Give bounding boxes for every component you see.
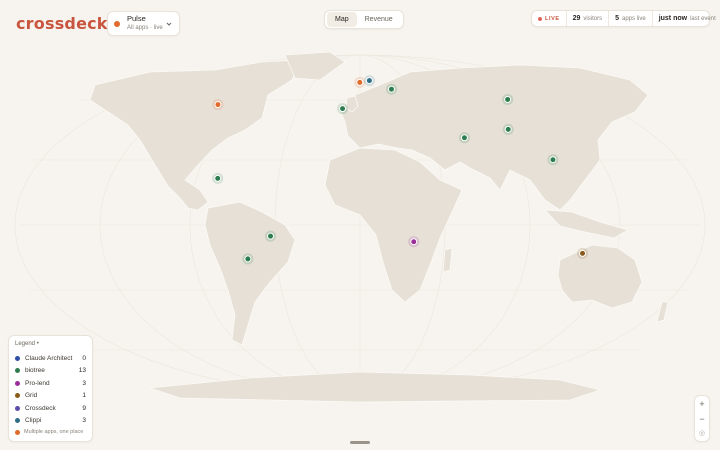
- map-marker[interactable]: [212, 99, 224, 111]
- live-stats-bar: LIVE 29 visitors 5 apps live just now la…: [531, 10, 716, 27]
- map-marker[interactable]: [458, 132, 470, 144]
- map-marker[interactable]: [242, 253, 254, 265]
- continents: [89, 51, 669, 403]
- legend-count: 9: [82, 404, 86, 412]
- map-marker[interactable]: [212, 172, 224, 184]
- marker-dot: [579, 249, 587, 257]
- legend-footer-text: Multiple apps, one place: [24, 429, 84, 435]
- map-marker[interactable]: [502, 123, 514, 135]
- legend-count: 1: [82, 392, 86, 400]
- map-marker[interactable]: [408, 236, 420, 248]
- legend-panel: Legend • Claude Architect 0 biotree 13 Pro…: [8, 335, 93, 442]
- zoom-controls: + − ◎: [694, 395, 710, 442]
- marker-dot: [214, 174, 222, 182]
- southeast-asia-islands: [544, 209, 630, 239]
- legend-title: Legend •: [15, 341, 39, 347]
- legend-row[interactable]: Claude Architect 0: [15, 352, 86, 365]
- map-marker[interactable]: [385, 83, 397, 95]
- marker-dot: [244, 255, 252, 263]
- marker-dot: [339, 105, 347, 113]
- marker-dot: [267, 232, 275, 240]
- drawer-handle[interactable]: [350, 441, 370, 444]
- legend-row[interactable]: Grid 1: [15, 390, 86, 403]
- marker-dot: [356, 78, 364, 86]
- legend-name: Pro-lend: [25, 379, 50, 387]
- marker-dot: [214, 101, 222, 109]
- live-indicator: LIVE: [532, 11, 567, 26]
- australia-landmass: [557, 244, 643, 309]
- legend-swatch: [15, 368, 20, 374]
- map-marker[interactable]: [577, 247, 589, 259]
- map-marker[interactable]: [363, 75, 375, 87]
- map-marker[interactable]: [354, 76, 366, 88]
- legend-name: Grid: [25, 392, 38, 400]
- antarctica-landmass: [149, 371, 602, 403]
- legend-swatch: [15, 355, 20, 361]
- legend-swatch: [15, 418, 20, 424]
- tab-revenue[interactable]: Revenue: [357, 12, 401, 27]
- zoom-in-button[interactable]: +: [699, 399, 704, 409]
- zoom-out-button[interactable]: −: [699, 414, 704, 424]
- live-label: LIVE: [545, 15, 560, 22]
- legend-name: Claude Architect: [25, 354, 73, 362]
- legend-count: 3: [82, 379, 86, 387]
- map-marker[interactable]: [337, 103, 349, 115]
- legend-row[interactable]: biotree 13: [15, 365, 86, 378]
- map-marker[interactable]: [265, 230, 277, 242]
- marker-dot: [460, 134, 468, 142]
- legend-footer: Multiple apps, one place: [15, 429, 86, 435]
- view-tabs: Map Revenue: [324, 10, 404, 29]
- marker-dot: [387, 85, 395, 93]
- apps-live-label: apps live: [622, 15, 646, 22]
- north-america-landmass: [89, 59, 301, 211]
- legend-row[interactable]: Clippi 3: [15, 415, 86, 428]
- map-marker[interactable]: [547, 154, 559, 166]
- last-event-label: last event: [690, 15, 716, 22]
- apps-live-count: 5: [615, 15, 619, 22]
- visitors-stat: 29 visitors: [567, 11, 610, 26]
- brand-logo[interactable]: crossdeck: [16, 14, 108, 33]
- marker-dot: [549, 156, 557, 164]
- legend-name: Crossdeck: [25, 404, 56, 412]
- marker-dot: [365, 77, 373, 85]
- world-map[interactable]: [0, 40, 720, 410]
- tab-map[interactable]: Map: [327, 12, 357, 27]
- apps-live-stat: 5 apps live: [609, 11, 653, 26]
- chevron-down-icon: [166, 22, 172, 26]
- legend-count: 13: [78, 367, 86, 375]
- app-switcher-title: Pulse: [127, 14, 146, 23]
- visitors-label: visitors: [583, 15, 603, 22]
- legend-row[interactable]: Pro-lend 3: [15, 377, 86, 390]
- legend-row[interactable]: Crossdeck 9: [15, 402, 86, 415]
- south-america-landmass: [204, 201, 296, 346]
- marker-dot: [504, 125, 512, 133]
- legend-count: 0: [82, 354, 86, 362]
- app-switcher-subtitle: All apps · live: [127, 25, 163, 31]
- legend-swatch: [15, 393, 20, 399]
- app-switcher[interactable]: Pulse All apps · live: [107, 11, 180, 36]
- legend-footer-dot: [15, 429, 20, 435]
- visitors-count: 29: [572, 15, 581, 22]
- legend-swatch: [15, 380, 20, 386]
- marker-dot: [410, 238, 418, 246]
- new-zealand-landmass: [656, 301, 669, 323]
- legend-name: biotree: [25, 367, 45, 375]
- legend-swatch: [15, 405, 20, 411]
- greenland-landmass: [284, 51, 346, 81]
- live-dot-icon: [538, 16, 542, 21]
- last-event-stat: just now last event: [653, 11, 720, 26]
- madagascar-landmass: [442, 247, 453, 273]
- legend-count: 3: [82, 417, 86, 425]
- legend-name: Clippi: [25, 417, 42, 425]
- reset-view-icon[interactable]: ◎: [699, 429, 705, 439]
- marker-dot: [504, 95, 512, 103]
- app-status-dot: [114, 20, 120, 27]
- map-marker[interactable]: [502, 93, 514, 105]
- last-event-value: just now: [658, 15, 688, 22]
